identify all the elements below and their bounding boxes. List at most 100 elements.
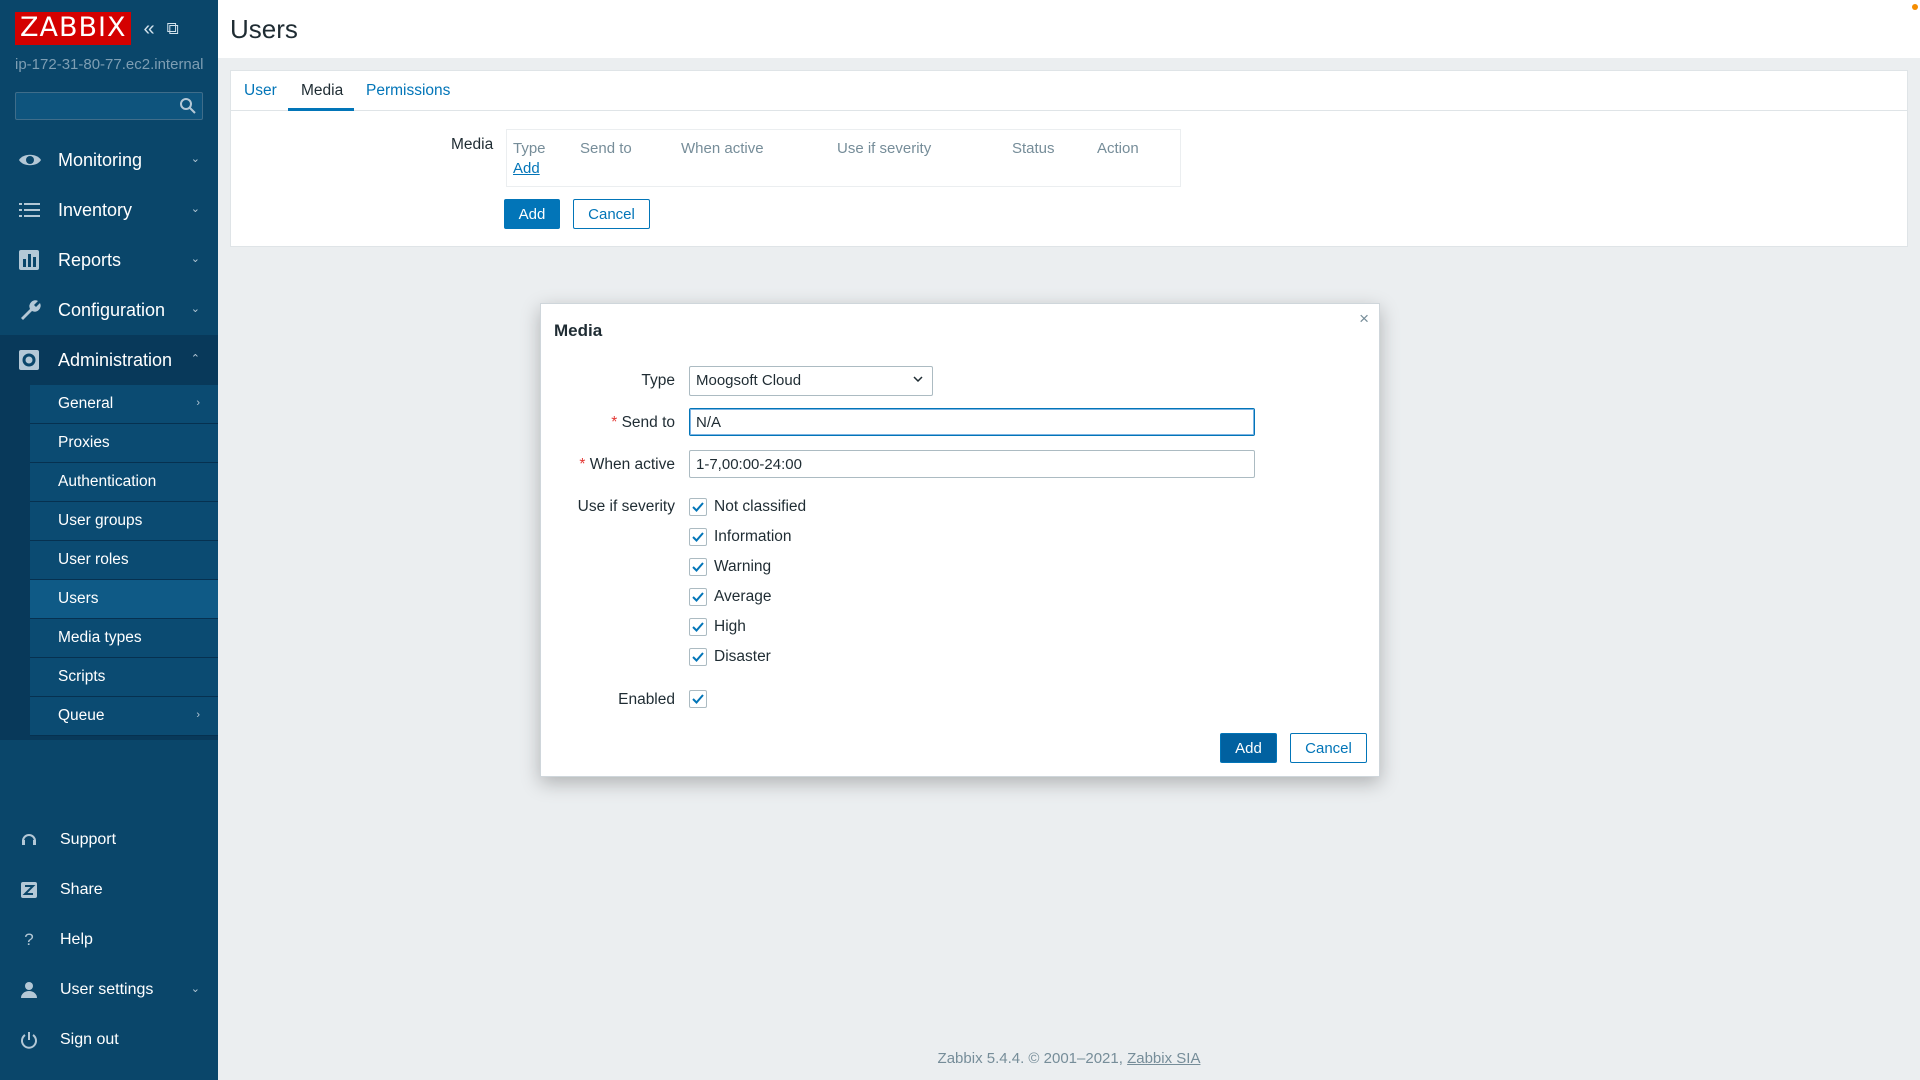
checkbox[interactable] [689, 648, 707, 666]
when-active-input[interactable]: 1-7,00:00-24:00 [689, 450, 1255, 478]
close-icon[interactable]: × [1359, 309, 1369, 329]
sidebar-item-user-groups[interactable]: User groups [30, 502, 218, 541]
headset-icon [22, 834, 36, 845]
type-select[interactable]: Moogsoft Cloud [689, 366, 933, 396]
nav-label: User settings [60, 981, 154, 998]
sub-label: Queue [58, 707, 105, 724]
required-mark: * [579, 456, 586, 473]
sub-label: Media types [58, 629, 142, 646]
severity-disaster[interactable]: Disaster [689, 648, 771, 666]
nav-sign-out[interactable]: Sign out [0, 1015, 218, 1065]
sidebar-item-media-types[interactable]: Media types [30, 619, 218, 658]
search-icon[interactable] [179, 97, 197, 115]
nav-label: Support [60, 831, 117, 848]
sidebar-item-users[interactable]: Users [30, 580, 218, 619]
nav-inventory[interactable]: Inventory ⌄ [0, 185, 218, 235]
chevron-down-icon: ⌄ [190, 983, 200, 995]
chevron-right-icon: › [196, 397, 200, 409]
column-header: Status [1012, 140, 1055, 157]
nav-support[interactable]: Support [0, 815, 218, 865]
checkbox-label: Disaster [714, 648, 771, 665]
dialog-cancel-button[interactable]: Cancel [1290, 733, 1367, 763]
main-nav: Monitoring ⌄ Inventory ⌄ Reports ⌄ Confi… [0, 135, 218, 740]
nav-label: Configuration [58, 299, 166, 320]
enabled-label: Enabled [618, 691, 675, 708]
sidebar-item-authentication[interactable]: Authentication [30, 463, 218, 502]
column-header: Action [1097, 140, 1139, 157]
nav-label: Share [60, 881, 103, 898]
chevron-down-icon: ⌄ [190, 153, 200, 165]
dialog-title: Media [554, 321, 603, 340]
sub-label: Authentication [58, 473, 157, 490]
checkbox[interactable] [689, 588, 707, 606]
sidebar-item-scripts[interactable]: Scripts [30, 658, 218, 697]
nav-help[interactable]: ? Help [0, 915, 218, 965]
chevron-down-icon [913, 376, 923, 383]
checkbox[interactable] [689, 498, 707, 516]
checkmark-icon [692, 694, 704, 704]
send-to-label: * Send to [545, 414, 675, 432]
when-active-value: 1-7,00:00-24:00 [696, 456, 802, 473]
dialog-add-button[interactable]: Add [1220, 733, 1277, 763]
severity-information[interactable]: Information [689, 528, 792, 546]
severity-warning[interactable]: Warning [689, 558, 771, 576]
checkbox-label: Average [714, 588, 772, 605]
sidebar-search-input[interactable] [15, 92, 203, 120]
checkbox[interactable] [689, 558, 707, 576]
cancel-button[interactable]: Cancel [573, 199, 650, 229]
checkbox[interactable] [689, 618, 707, 636]
enabled-checkbox-row[interactable] [689, 690, 707, 708]
add-media-link[interactable]: Add [513, 160, 540, 177]
nav-label: Help [60, 931, 93, 948]
nav-label: Inventory [58, 199, 133, 220]
sub-label: Scripts [58, 668, 106, 685]
logo-row: ZABBIX « ⧉ [15, 12, 179, 45]
media-dialog: Media × Type Moogsoft Cloud * Send to N/… [540, 303, 1380, 777]
add-user-button[interactable]: Add [504, 199, 560, 229]
collapse-sidebar-icon[interactable]: « [143, 15, 154, 43]
nav-user-settings[interactable]: User settings ⌄ [0, 965, 218, 1015]
column-header: Send to [580, 140, 632, 157]
user-icon [21, 982, 37, 998]
zabbix-logo[interactable]: ZABBIX [15, 12, 132, 45]
sidebar-item-user-roles[interactable]: User roles [30, 541, 218, 580]
checkmark-icon [692, 562, 704, 572]
wrench-icon [21, 300, 41, 320]
severity-not-classified[interactable]: Not classified [689, 498, 806, 516]
nav-share[interactable]: Share [0, 865, 218, 915]
kiosk-mode-icon[interactable]: ⧉ [167, 15, 179, 43]
nav-configuration[interactable]: Configuration ⌄ [0, 285, 218, 335]
nav-reports[interactable]: Reports ⌄ [0, 235, 218, 285]
send-to-input[interactable]: N/A [689, 408, 1255, 436]
sidebar-item-general[interactable]: General › [30, 385, 218, 424]
bar-chart-icon [19, 250, 39, 270]
nav-monitoring[interactable]: Monitoring ⌄ [0, 135, 218, 185]
footer-text: Zabbix 5.4.4. © 2001–2021, [937, 1050, 1123, 1067]
checkmark-icon [692, 502, 704, 512]
severity-average[interactable]: Average [689, 588, 771, 606]
nav-label: Reports [58, 249, 122, 270]
severity-high[interactable]: High [689, 618, 746, 636]
enabled-checkbox[interactable] [689, 690, 707, 708]
sidebar-item-queue[interactable]: Queue › [30, 697, 218, 736]
sub-label: User roles [58, 551, 129, 568]
sidebar-item-proxies[interactable]: Proxies [30, 424, 218, 463]
nav-administration[interactable]: Administration ⌃ [0, 335, 218, 385]
when-active-label-text: When active [589, 456, 675, 473]
severity-label: Use if severity [577, 498, 675, 515]
footer-link[interactable]: Zabbix SIA [1127, 1050, 1200, 1067]
checkmark-icon [692, 622, 704, 632]
checkmark-icon [692, 532, 704, 542]
footer: Zabbix 5.4.4. © 2001–2021, Zabbix SIA [218, 1050, 1920, 1067]
tab-permissions[interactable]: Permissions [366, 82, 450, 100]
chevron-right-icon: › [196, 709, 200, 721]
nav-label: Monitoring [58, 149, 143, 170]
tab-user[interactable]: User [244, 82, 277, 100]
checkbox[interactable] [689, 528, 707, 546]
tab-media[interactable]: Media [301, 82, 343, 100]
media-label: Media [451, 136, 494, 153]
header-bar [218, 0, 1920, 58]
type-label: Type [545, 372, 675, 390]
checkbox-label: Information [714, 528, 792, 545]
checkbox-label: Not classified [714, 498, 807, 515]
